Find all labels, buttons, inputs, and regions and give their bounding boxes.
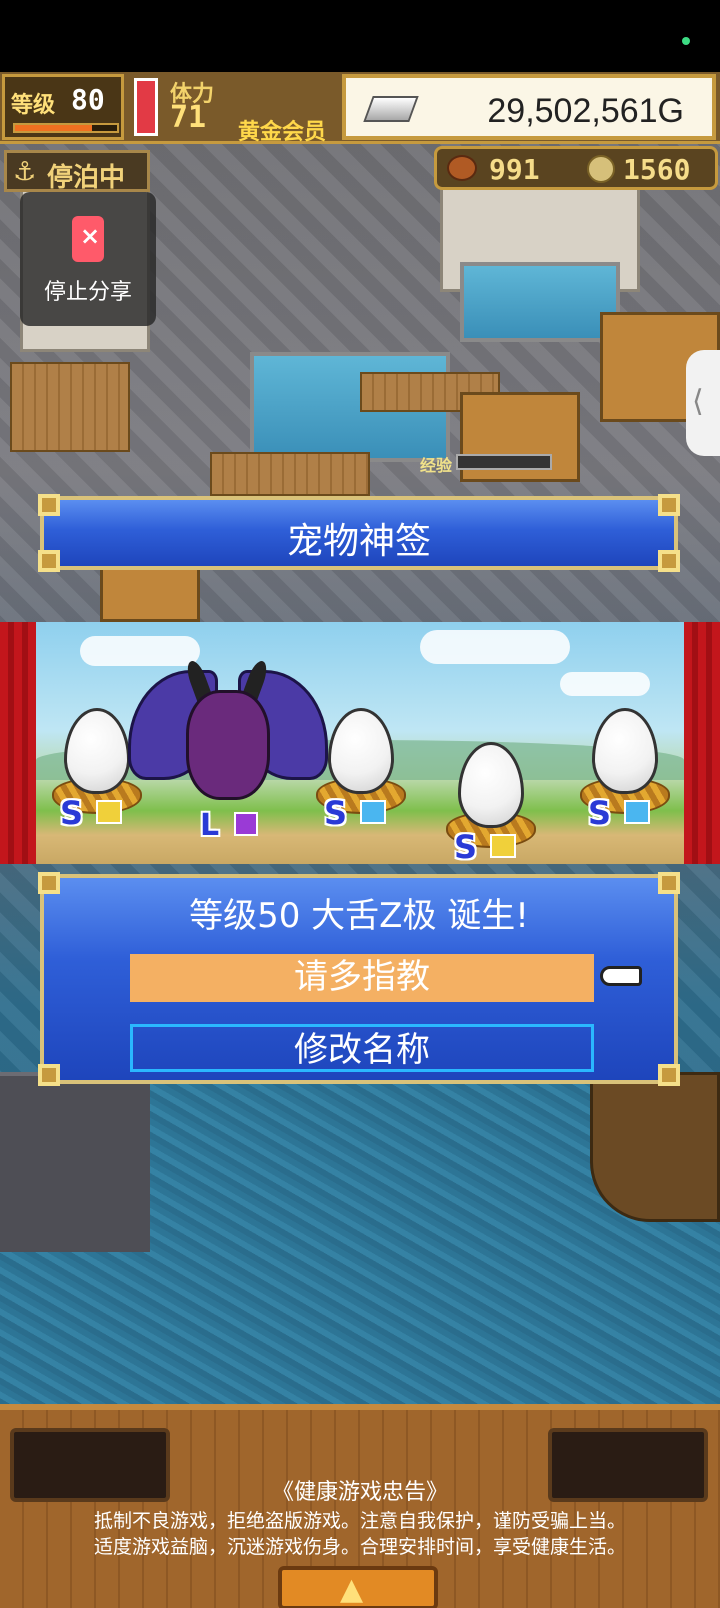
dark-element-icon [234, 812, 258, 836]
water-element-icon [360, 800, 386, 824]
wooden-pier [210, 452, 370, 496]
member-badge: 黄金会员 [238, 120, 327, 145]
stone-dock [0, 1072, 150, 1252]
triangle-up-icon: ▲ [340, 1572, 364, 1607]
food-value: 991 [489, 153, 540, 186]
egg-rank: S [588, 794, 612, 832]
frame-corner [38, 1064, 60, 1086]
egg-rank: S [60, 794, 84, 832]
chevron-left-icon: ⟨ [692, 384, 704, 419]
egg-rank: S [454, 828, 478, 864]
stage-curtain-left [0, 622, 36, 864]
level-label: 等级 [11, 93, 56, 118]
level-progress-bar [13, 123, 119, 133]
status-indicator-dot [682, 37, 690, 45]
medal-icon [587, 155, 615, 183]
health-advisory-line: 抵制不良游戏，拒绝盗版游戏。注意自我保护，谨防受骗上当。 [93, 1510, 626, 1532]
cloud [560, 672, 650, 696]
expand-menu-button[interactable]: ▲ [278, 1566, 438, 1608]
gold-value: 29,502,561G [487, 92, 684, 130]
phone-stop-icon [72, 216, 104, 262]
egg-stage: S S S S L [0, 622, 720, 864]
anchor-icon: ⚓ [13, 157, 37, 187]
health-advisory-line: 适度游戏益脑，沉迷游戏伤身。合理安排时间，享受健康生活。 [93, 1536, 626, 1558]
pointing-hand-icon [600, 958, 650, 992]
egg-slot[interactable]: S [316, 708, 406, 838]
level-progress-fill [15, 125, 92, 131]
thunder-element-icon [96, 800, 122, 824]
stage-curtain-right [684, 622, 720, 864]
status-bar [0, 0, 720, 72]
egg [64, 708, 130, 794]
market-stall [10, 362, 130, 452]
side-drawer-tab[interactable]: ⟨ [686, 350, 720, 456]
rename-option-button[interactable]: 修改名称 [130, 1024, 594, 1072]
title-banner: 宠物神签 [38, 494, 680, 572]
anchored-label: 停泊中 [47, 163, 126, 193]
resource-display[interactable]: 991 1560 [434, 146, 718, 190]
level-value: 80 [71, 83, 105, 116]
gold-display[interactable]: 29,502,561G [342, 74, 716, 140]
frame-corner [658, 1064, 680, 1086]
cloud [420, 630, 570, 664]
page-title: 宠物神签 [286, 521, 431, 562]
exp-label: 经验 [420, 456, 453, 475]
food-icon [447, 155, 477, 181]
medal-value: 1560 [623, 153, 691, 186]
top-hud: 等级 80 体力 71 黄金会员 29,502,561G [0, 72, 720, 145]
stamina-gauge [134, 78, 158, 136]
egg-slot[interactable]: S [446, 742, 536, 864]
egg-slot[interactable]: S [580, 708, 670, 838]
thunder-element-icon [490, 834, 516, 858]
wooden-ship [590, 1072, 720, 1222]
exp-bar [456, 454, 552, 470]
silver-bar-icon [363, 96, 419, 122]
house-roof [100, 562, 200, 622]
water-element-icon [624, 800, 650, 824]
canal-water [460, 262, 620, 342]
health-advisory-title: 《健康游戏忠告》 [271, 1480, 448, 1505]
egg [328, 708, 394, 794]
anchored-status[interactable]: ⚓ 停泊中 [4, 150, 150, 193]
player-level-box[interactable]: 等级 80 [2, 74, 124, 140]
hand-shape [600, 966, 642, 986]
bottom-panel: 《健康游戏忠告》 抵制不良游戏，拒绝盗版游戏。注意自我保护，谨防受骗上当。 适度… [0, 1404, 720, 1608]
hatched-monster[interactable] [128, 658, 328, 830]
monster-body [186, 690, 270, 800]
confirm-option-button[interactable]: 请多指教 [130, 954, 594, 1002]
stamina-value: 71 [170, 100, 207, 135]
stop-share-label: 停止分享 [43, 280, 132, 305]
egg [592, 708, 658, 794]
hatch-message: 等级50 大舌Z极 诞生! [189, 896, 529, 936]
egg [458, 742, 524, 828]
hatch-dialog: 等级50 大舌Z极 诞生! 请多指教 修改名称 [38, 872, 680, 1086]
monster-rank: L [200, 808, 220, 843]
stop-share-button[interactable]: 停止分享 [20, 192, 156, 326]
